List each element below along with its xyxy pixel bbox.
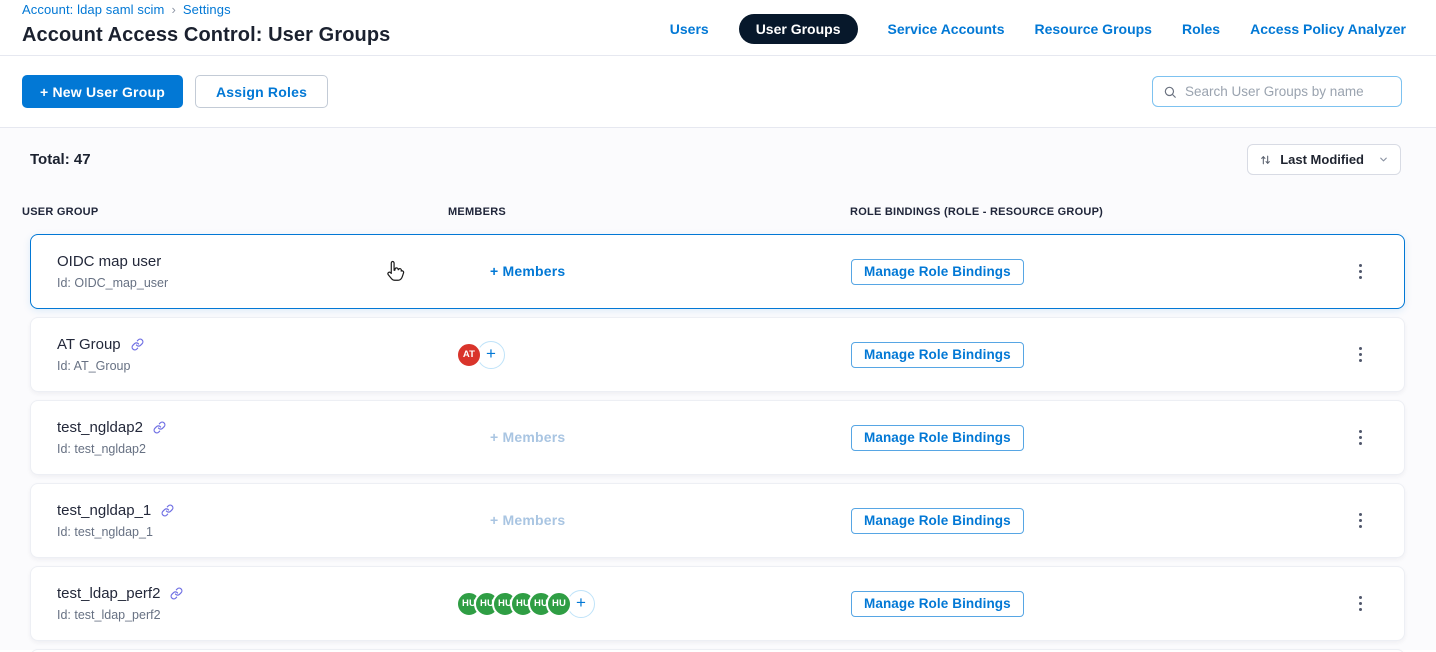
assign-roles-button[interactable]: Assign Roles (195, 75, 328, 108)
manage-role-bindings-button[interactable]: Manage Role Bindings (851, 425, 1024, 451)
user-group-cell: test_ldap_perf2 Id: test_ldap_perf2 (31, 585, 449, 622)
user-group-cell: test_ngldap2 Id: test_ngldap2 (31, 419, 449, 456)
column-header-user-group: USER GROUP (22, 206, 448, 218)
tab-roles[interactable]: Roles (1182, 21, 1220, 37)
search-input[interactable] (1185, 84, 1391, 99)
role-bindings-cell: Manage Role Bindings (851, 425, 1351, 451)
add-members-link[interactable]: + Members (490, 263, 565, 279)
external-link-icon (161, 504, 174, 517)
header-left: Account: ldap saml scim › Settings Account… (22, 2, 390, 47)
breadcrumb-settings-link[interactable]: Settings (183, 2, 231, 17)
members-cell: + Members (449, 429, 851, 447)
table-row[interactable]: test_ngldap2 Id: test_ngldap2 + Members … (30, 400, 1405, 475)
role-bindings-cell: Manage Role Bindings (851, 342, 1351, 368)
page-header: Account: ldap saml scim › Settings Account… (0, 0, 1436, 56)
content-area: Total: 47 Last Modified USER GROUP MEMBE… (0, 128, 1436, 650)
user-group-list: OIDC map user Id: OIDC_map_user + Member… (0, 234, 1436, 652)
search-box[interactable] (1152, 76, 1402, 107)
user-group-id: Id: OIDC_map_user (57, 276, 449, 290)
role-bindings-cell: Manage Role Bindings (851, 259, 1351, 285)
table-header: USER GROUP MEMBERS ROLE BINDINGS (ROLE -… (0, 206, 1436, 218)
row-menu-button[interactable] (1354, 258, 1368, 286)
manage-role-bindings-button[interactable]: Manage Role Bindings (851, 591, 1024, 617)
user-group-name: test_ldap_perf2 (57, 585, 160, 602)
add-members-link[interactable]: + Members (490, 429, 565, 445)
role-bindings-cell: Manage Role Bindings (851, 591, 1351, 617)
user-group-id: Id: test_ngldap2 (57, 442, 449, 456)
toolbar: + New User Group Assign Roles (0, 56, 1436, 128)
access-control-tabs: Users User Groups Service Accounts Resou… (670, 14, 1406, 44)
manage-role-bindings-button[interactable]: Manage Role Bindings (851, 342, 1024, 368)
members-cell: + Members (449, 263, 851, 281)
members-cell: AT + (449, 341, 851, 369)
breadcrumb-separator-icon: › (171, 2, 175, 17)
user-group-name: test_ngldap_1 (57, 502, 151, 519)
row-menu-cell (1354, 424, 1405, 452)
user-group-name: AT Group (57, 336, 121, 353)
user-group-name: test_ngldap2 (57, 419, 143, 436)
search-icon (1163, 85, 1177, 99)
tab-resource-groups[interactable]: Resource Groups (1034, 21, 1151, 37)
sort-dropdown[interactable]: Last Modified (1247, 144, 1401, 175)
user-group-id: Id: AT_Group (57, 359, 449, 373)
user-group-cell: OIDC map user Id: OIDC_map_user (31, 253, 449, 290)
table-row[interactable]: AT Group Id: AT_Group AT + Manage Role B… (30, 317, 1405, 392)
member-avatar[interactable]: HU (546, 591, 572, 617)
role-bindings-cell: Manage Role Bindings (851, 508, 1351, 534)
user-group-cell: AT Group Id: AT_Group (31, 336, 449, 373)
row-menu-button[interactable] (1354, 507, 1368, 535)
user-group-id: Id: test_ldap_perf2 (57, 608, 449, 622)
table-row[interactable]: test_ldap_perf2 Id: test_ldap_perf2 HU H… (30, 566, 1405, 641)
external-link-icon (131, 338, 144, 351)
user-group-name: OIDC map user (57, 253, 161, 270)
members-cell: + Members (449, 512, 851, 530)
table-row[interactable]: test_ngldap_1 Id: test_ngldap_1 + Member… (30, 483, 1405, 558)
tab-user-groups[interactable]: User Groups (739, 14, 858, 44)
external-link-icon (153, 421, 166, 434)
content-bar: Total: 47 Last Modified (0, 144, 1436, 175)
page-title: Account Access Control: User Groups (22, 24, 390, 47)
manage-role-bindings-button[interactable]: Manage Role Bindings (851, 508, 1024, 534)
user-groups-page: Account: ldap saml scim › Settings Account… (0, 0, 1436, 652)
row-menu-button[interactable] (1354, 590, 1368, 618)
sort-selected-value: Last Modified (1280, 152, 1364, 167)
add-members-link[interactable]: + Members (490, 512, 565, 528)
breadcrumb: Account: ldap saml scim › Settings (22, 2, 390, 17)
tab-access-policy-analyzer[interactable]: Access Policy Analyzer (1250, 21, 1406, 37)
new-user-group-button[interactable]: + New User Group (22, 75, 183, 108)
total-count: Total: 47 (30, 151, 91, 168)
sort-arrows-icon (1259, 153, 1272, 167)
toolbar-actions: + New User Group Assign Roles (22, 75, 328, 108)
user-group-cell: test_ngldap_1 Id: test_ngldap_1 (31, 502, 449, 539)
row-menu-cell (1354, 590, 1405, 618)
row-menu-button[interactable] (1354, 424, 1368, 452)
row-menu-button[interactable] (1354, 341, 1368, 369)
manage-role-bindings-button[interactable]: Manage Role Bindings (851, 259, 1024, 285)
external-link-icon (170, 587, 183, 600)
members-cell: HU HU HU HU HU HU + (449, 590, 851, 618)
breadcrumb-account-link[interactable]: Account: ldap saml scim (22, 2, 164, 17)
row-menu-cell (1354, 258, 1405, 286)
tab-service-accounts[interactable]: Service Accounts (888, 21, 1005, 37)
column-header-members: MEMBERS (448, 206, 850, 218)
table-row[interactable]: OIDC map user Id: OIDC_map_user + Member… (30, 234, 1405, 309)
column-header-role-bindings: ROLE BINDINGS (ROLE - RESOURCE GROUP) (850, 206, 1436, 218)
tab-users[interactable]: Users (670, 21, 709, 37)
chevron-down-icon (1378, 154, 1389, 165)
user-group-id: Id: test_ngldap_1 (57, 525, 449, 539)
row-menu-cell (1354, 507, 1405, 535)
row-menu-cell (1354, 341, 1405, 369)
member-avatar[interactable]: AT (456, 342, 482, 368)
